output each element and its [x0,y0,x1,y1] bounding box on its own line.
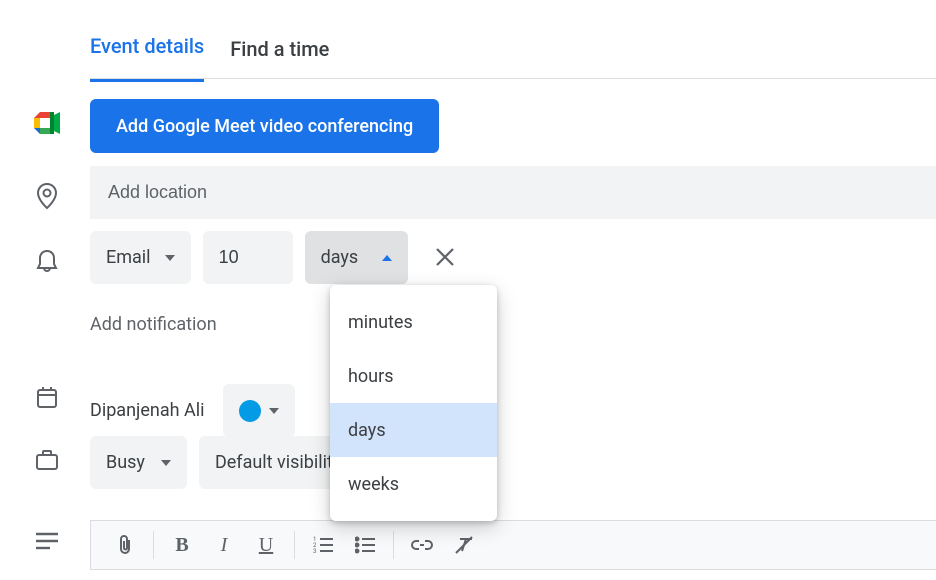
chevron-down-icon [269,408,279,414]
bulleted-list-button[interactable] [345,525,385,565]
insert-link-button[interactable] [402,525,442,565]
bell-icon [32,248,62,274]
clear-formatting-button[interactable] [444,525,484,565]
tab-event-details[interactable]: Event details [90,34,204,82]
italic-button[interactable]: I [204,525,244,565]
calendar-icon [32,385,62,409]
underline-button[interactable]: U [246,525,286,565]
tab-underline [90,78,936,79]
event-color-select[interactable] [223,384,295,437]
calendar-owner-label: Dipanjenah Ali [90,400,205,421]
unit-option-days[interactable]: days [330,403,497,457]
add-notification-button[interactable]: Add notification [90,314,217,335]
notification-method-select[interactable]: Email [90,231,191,284]
notification-unit-select[interactable]: days [305,231,409,284]
chevron-down-icon [161,460,171,466]
tab-find-a-time[interactable]: Find a time [230,37,329,81]
notification-amount-input[interactable] [203,231,293,284]
attach-file-button[interactable] [105,525,145,565]
availability-label: Busy [106,452,145,473]
event-color-swatch [239,400,261,422]
svg-text:3: 3 [313,548,316,554]
toolbar-separator [294,531,295,559]
toolbar-separator [153,531,154,559]
remove-notification-button[interactable] [434,246,458,270]
notification-unit-label: days [321,247,359,268]
unit-option-weeks[interactable]: weeks [330,457,497,511]
bold-button[interactable]: B [162,525,202,565]
notification-unit-menu: minutes hours days weeks [330,285,497,521]
numbered-list-button[interactable]: 123 [303,525,343,565]
description-toolbar: B I U 123 [90,520,936,570]
chevron-up-icon [382,255,392,261]
description-icon [32,532,62,550]
notification-method-label: Email [106,247,151,268]
location-input[interactable] [90,166,936,219]
unit-option-minutes[interactable]: minutes [330,295,497,349]
add-google-meet-button[interactable]: Add Google Meet video conferencing [90,99,439,153]
visibility-label: Default visibility [215,452,341,473]
google-meet-icon [32,112,62,134]
briefcase-icon [32,449,62,471]
toolbar-separator [393,531,394,559]
location-icon [32,182,62,210]
availability-select[interactable]: Busy [90,436,187,489]
chevron-down-icon [165,255,175,261]
unit-option-hours[interactable]: hours [330,349,497,403]
